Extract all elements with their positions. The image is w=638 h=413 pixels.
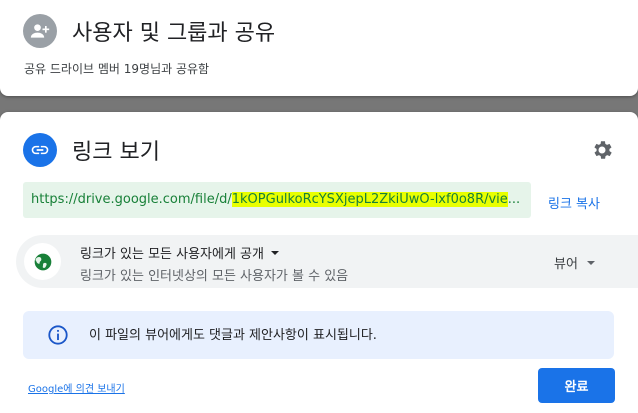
url-highlighted-id: 1kOPGulkoRcYSXjepL2ZkiUwO-lxf0o8R/vie (231, 192, 508, 207)
url-prefix: https://drive.google.com/file/d/ (31, 192, 232, 207)
link-icon (23, 133, 57, 167)
url-suffix: ... (507, 192, 521, 207)
general-access-row: 링크가 있는 모든 사용자에게 공개 링크가 있는 인터넷상의 모든 사용자가 … (16, 235, 638, 288)
access-level-dropdown[interactable]: 링크가 있는 모든 사용자에게 공개 (80, 243, 280, 262)
globe-icon (24, 243, 61, 280)
share-subtitle: 공유 드라이브 멤버 19명님과 공유함 (24, 62, 210, 76)
caret-down-icon (586, 260, 595, 265)
copy-link-button[interactable]: 링크 복사 (548, 193, 600, 212)
info-text: 이 파일의 뷰어에게도 댓글과 제안사항이 표시됩니다. (89, 328, 377, 343)
share-with-people-card[interactable]: 사용자 및 그룹과 공유 공유 드라이브 멤버 19명님과 공유함 (0, 0, 638, 96)
role-label: 뷰어 (554, 257, 578, 272)
info-icon (48, 325, 68, 345)
link-url-text: https://drive.google.com/file/d/1kOPGulk… (31, 192, 520, 207)
send-feedback-link[interactable]: Google에 의견 보내기 (28, 380, 125, 395)
done-button[interactable]: 완료 (538, 368, 615, 403)
info-banner: 이 파일의 뷰어에게도 댓글과 제안사항이 표시됩니다. (23, 311, 614, 359)
access-level-label: 링크가 있는 모든 사용자에게 공개 (80, 247, 264, 262)
access-description: 링크가 있는 인터넷상의 모든 사용자가 볼 수 있음 (80, 269, 349, 284)
link-url-field[interactable]: https://drive.google.com/file/d/1kOPGulk… (23, 182, 531, 218)
link-title: 링크 보기 (72, 140, 160, 165)
caret-down-icon (270, 250, 279, 255)
role-dropdown[interactable]: 뷰어 (554, 253, 596, 272)
share-title: 사용자 및 그룹과 공유 (72, 21, 276, 46)
link-sharing-card: 링크 보기 https://drive.google.com/file/d/1k… (0, 112, 638, 413)
person-add-icon (23, 14, 57, 48)
gear-icon[interactable] (590, 138, 614, 162)
